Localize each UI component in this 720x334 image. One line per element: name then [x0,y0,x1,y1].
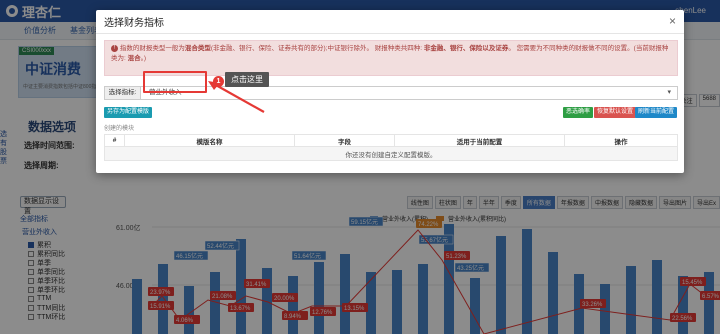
reset-default-button[interactable]: 恢复默认设置 [594,107,637,118]
col-header-action: 操作 [564,134,678,147]
chevron-down-icon: ▾ [667,89,671,96]
template-table-header-row: # 模版名称 字段 适用于当前配置 操作 [104,134,678,147]
table-empty-row: 你还没有创建自定义配置模版。 [104,146,678,161]
col-header-index: # [104,134,125,147]
metric-select-label: 选择指标: [104,86,141,100]
col-header-name: 模版名称 [124,134,295,147]
close-icon[interactable]: × [669,15,676,27]
annotation-callout: 点击这里 [225,72,269,87]
template-table: # 模版名称 字段 适用于当前配置 操作 你还没有创建自定义配置模版。 [104,134,678,161]
warning-text-part: 。) [140,55,147,62]
col-header-applies: 适用于当前配置 [394,134,565,147]
select-metric-dialog: 选择财务指标 × ! 指数的财报类型一般为混合类型(非金融、银行、保险、证券共有… [96,10,684,173]
click-highlight-box [143,71,207,93]
template-section-title: 创建的模块 [104,126,135,132]
warning-text-part: 混合类型 [184,45,211,52]
exclamation-circle-icon: ! [111,44,118,52]
dialog-header: 选择财务指标 [96,10,684,34]
dialog-title: 选择财务指标 [104,18,164,29]
save-as-template-button[interactable]: 另存为配置模版 [104,107,153,118]
warning-text-part: (非金融、银行、保险、证券共有的部分);中证银行除外。 财报种类共四种: [210,45,424,52]
table-empty-text: 你还没有创建自定义配置模版。 [104,146,678,161]
warning-text-part: 混合 [127,55,141,62]
refresh-config-button[interactable]: 刷新当前配置 [635,107,678,118]
warning-text-part: 指数的财报类型一般为 [119,45,185,52]
warning-text: 指数的财报类型一般为混合类型(非金融、银行、保险、证券共有的部分);中证银行除外… [111,45,668,62]
annotation-number-badge: 1 [213,76,224,87]
col-header-field: 字段 [294,134,395,147]
warning-text-part: 非金融、银行、保险以及证券 [423,45,509,52]
confirm-button[interactable]: 恶选确率 [563,107,594,118]
